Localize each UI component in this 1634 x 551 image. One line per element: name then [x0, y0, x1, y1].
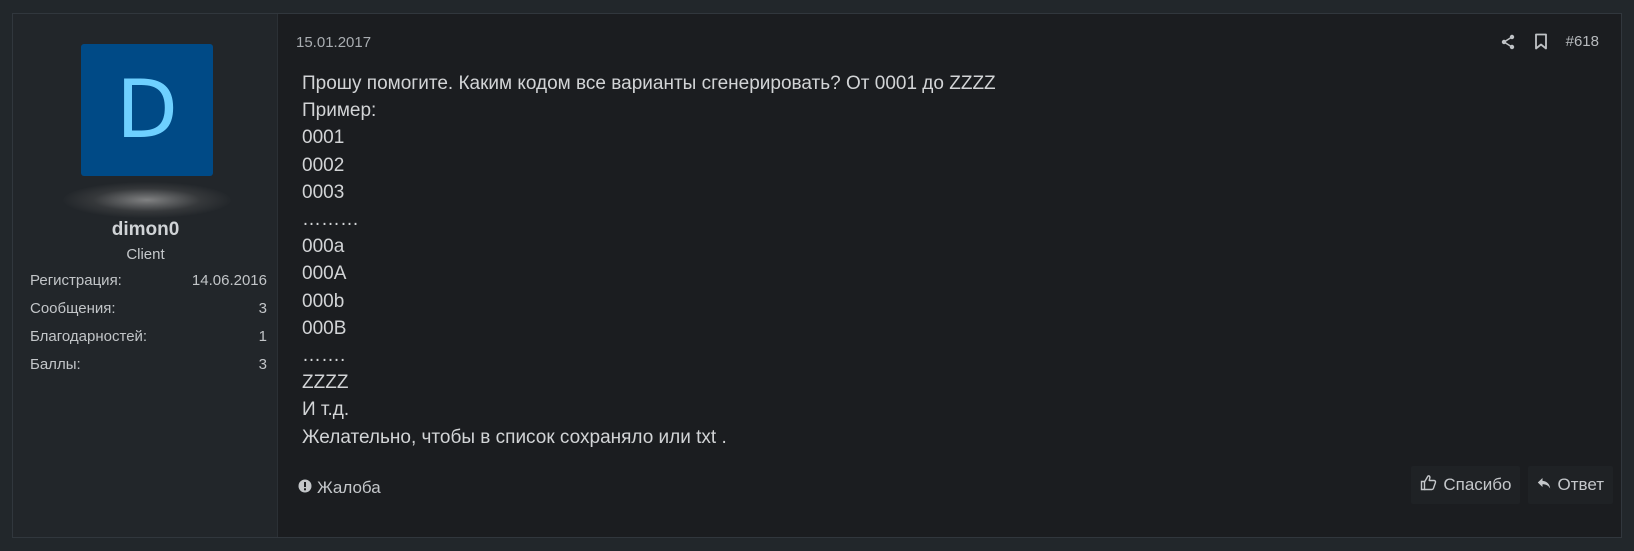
- report-label: Жалоба: [317, 478, 381, 497]
- user-sidebar: D dimon0 Client Регистрация: 14.06.2016 …: [13, 14, 278, 537]
- post-line: И т.д.: [302, 399, 350, 421]
- post-line: Желательно, чтобы в список сохраняло или…: [302, 426, 727, 448]
- share-icon[interactable]: [1500, 34, 1516, 50]
- stat-label: Сообщения:: [30, 300, 116, 317]
- stat-points: Баллы: 3: [30, 355, 267, 383]
- thumbs-up-icon: [1420, 474, 1437, 496]
- post-line: ………: [302, 209, 359, 231]
- stat-value: 14.06.2016: [191, 272, 267, 289]
- like-label: Спасибо: [1443, 475, 1512, 494]
- post-line: ZZZZ: [302, 372, 349, 394]
- forum-post: D dimon0 Client Регистрация: 14.06.2016 …: [12, 13, 1622, 538]
- reply-icon: [1537, 475, 1551, 495]
- avatar[interactable]: D: [81, 44, 213, 176]
- post-body: Прошу помогите. Каким кодом все варианты…: [302, 70, 996, 451]
- reply-label: Ответ: [1557, 475, 1604, 494]
- stat-thanks: Благодарностей: 1: [30, 327, 267, 355]
- like-button[interactable]: Спасибо: [1411, 466, 1521, 504]
- post-line: 000A: [302, 263, 347, 285]
- post-line: 000b: [302, 290, 345, 312]
- post-line: 000B: [302, 317, 347, 339]
- stat-label: Регистрация:: [30, 272, 122, 289]
- report-button[interactable]: Жалоба: [294, 472, 385, 504]
- post-main: 15.01.2017 #618 Прошу помогите. Каким ко…: [278, 14, 1621, 537]
- post-number-link[interactable]: #618: [1566, 33, 1599, 50]
- post-line: …….: [302, 345, 346, 367]
- post-line: Прошу помогите. Каким кодом все варианты…: [302, 73, 996, 94]
- post-line: 0001: [302, 127, 345, 149]
- user-stats: Регистрация: 14.06.2016 Сообщения: 3 Бла…: [30, 271, 267, 383]
- stat-value[interactable]: 3: [259, 299, 267, 327]
- post-line: 0003: [302, 181, 345, 203]
- stat-registration: Регистрация: 14.06.2016: [30, 271, 267, 299]
- bookmark-icon[interactable]: [1534, 33, 1548, 50]
- post-line: Пример:: [302, 100, 377, 122]
- avatar-shadow: [63, 182, 231, 218]
- post-line: 000a: [302, 236, 345, 258]
- reply-button[interactable]: Ответ: [1528, 466, 1613, 504]
- user-title: Client: [126, 246, 165, 263]
- post-date[interactable]: 15.01.2017: [296, 34, 371, 51]
- stat-label: Баллы:: [30, 356, 81, 373]
- stat-value: 3: [258, 356, 267, 373]
- stat-label: Благодарностей:: [30, 328, 148, 345]
- post-actions: #618: [1500, 33, 1599, 50]
- stat-value: 1: [258, 328, 267, 345]
- warning-icon: [298, 478, 312, 498]
- post-line: 0002: [302, 154, 345, 176]
- post-footer-actions: Спасибо Ответ: [1411, 466, 1613, 504]
- username-link[interactable]: dimon0: [13, 219, 278, 241]
- stat-messages: Сообщения: 3: [30, 299, 267, 327]
